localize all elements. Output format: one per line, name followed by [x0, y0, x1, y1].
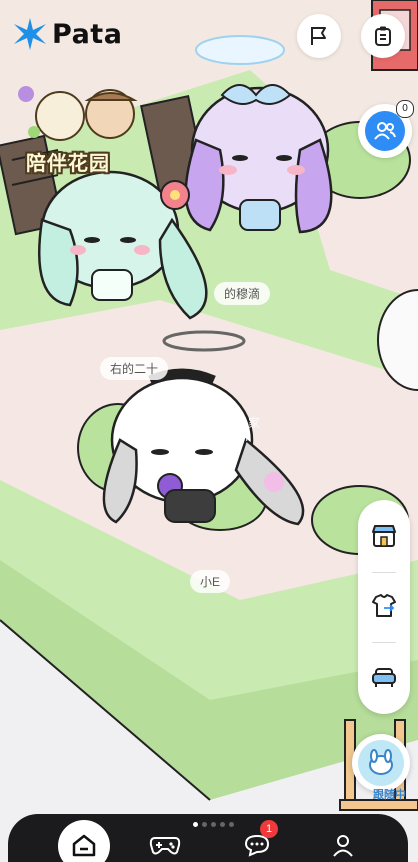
clipboard-icon — [375, 26, 391, 46]
pata-logo-icon — [14, 18, 46, 50]
watermark-subtext: 游戏之家 — [212, 416, 261, 430]
garden-banner[interactable]: 陪伴花园 — [12, 80, 152, 178]
sofa-icon — [372, 668, 396, 687]
character-name-tag[interactable]: 小E — [190, 570, 231, 593]
nav-games[interactable] — [142, 826, 188, 862]
garden-screen: Pata 陪伴花园 0 的穆滴 右的二十 小E K73 游戏之家 .com 跟随… — [0, 0, 418, 862]
panel-divider — [372, 642, 396, 643]
friends-count-badge: 0 — [396, 100, 414, 118]
bunny-follow-icon — [369, 749, 393, 775]
furniture-button[interactable] — [364, 656, 404, 696]
shop-button[interactable] — [364, 516, 404, 556]
follow-button[interactable] — [352, 734, 410, 792]
watermark-domain: .com — [222, 430, 249, 444]
outfit-button[interactable] — [364, 586, 404, 626]
page-dot — [202, 822, 207, 827]
nav-messages[interactable]: 1 — [234, 820, 280, 862]
page-dot — [211, 822, 216, 827]
home-icon — [72, 834, 96, 857]
panel-divider — [372, 572, 396, 573]
nav-home[interactable] — [61, 826, 107, 862]
outfit-swap-icon — [372, 594, 396, 617]
page-dot — [193, 822, 198, 827]
friends-icon — [374, 122, 396, 140]
character-name-tag[interactable]: 的穆滴 — [214, 282, 271, 305]
page-indicator — [193, 822, 234, 827]
brand: Pata — [12, 16, 122, 52]
page-dot — [220, 822, 225, 827]
garden-avatars-icon — [18, 86, 138, 141]
follow-status-label: 跟随中 — [373, 789, 406, 801]
bottom-nav: 1 — [8, 814, 408, 862]
side-toolbar — [358, 500, 410, 714]
gamepad-icon — [149, 837, 181, 855]
follow-icon-bg — [358, 740, 404, 786]
flag-button[interactable] — [297, 14, 341, 58]
shop-icon — [372, 525, 396, 547]
brand-name: Pata — [52, 18, 123, 50]
character-name-tag[interactable]: 右的二十 — [100, 357, 169, 380]
profile-icon — [333, 835, 353, 857]
friends-icon-bg — [365, 111, 405, 151]
tasks-button[interactable] — [361, 14, 405, 58]
flag-icon — [311, 27, 326, 45]
watermark-text: K73 — [145, 414, 213, 449]
messages-badge: 1 — [260, 820, 278, 838]
nav-profile[interactable] — [320, 826, 366, 862]
garden-title: 陪伴花园 — [26, 153, 110, 175]
friends-button[interactable]: 0 — [358, 100, 414, 158]
